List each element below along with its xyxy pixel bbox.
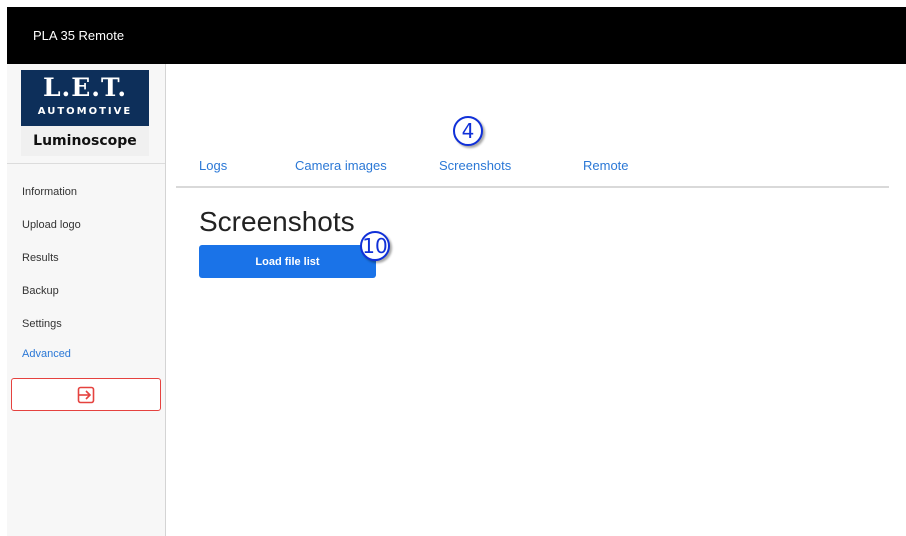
annotation-marker-4: 4 bbox=[453, 116, 483, 146]
logo-product: Luminoscope bbox=[21, 126, 149, 156]
load-file-list-button[interactable]: Load file list bbox=[199, 245, 376, 278]
logo-subtitle: AUTOMOTIVE bbox=[37, 106, 133, 117]
tab-remote[interactable]: Remote bbox=[583, 158, 629, 173]
logout-arrow-icon bbox=[77, 386, 95, 403]
company-logo: L.E.T. AUTOMOTIVE Luminoscope bbox=[21, 70, 149, 156]
annotation-marker-10: 10 bbox=[360, 231, 390, 261]
sidebar-item-results[interactable]: Results bbox=[22, 252, 59, 264]
sidebar-item-upload-logo[interactable]: Upload logo bbox=[22, 219, 81, 231]
sidebar: L.E.T. AUTOMOTIVE Luminoscope Informatio… bbox=[7, 64, 166, 536]
page-title: Screenshots bbox=[199, 206, 355, 237]
tab-logs[interactable]: Logs bbox=[199, 158, 227, 173]
logo-brand: L.E.T. bbox=[42, 73, 128, 102]
app-window: PLA 35 Remote L.E.T. AUTOMOTIVE Luminosc… bbox=[7, 7, 906, 536]
tab-screenshots[interactable]: Screenshots bbox=[439, 158, 511, 173]
sidebar-item-advanced[interactable]: Advanced bbox=[22, 348, 71, 360]
title-bar: PLA 35 Remote bbox=[7, 7, 906, 64]
divider bbox=[7, 163, 165, 164]
sidebar-item-settings[interactable]: Settings bbox=[22, 318, 62, 330]
tabs-divider bbox=[176, 186, 889, 188]
sidebar-item-backup[interactable]: Backup bbox=[22, 285, 59, 297]
app-title: PLA 35 Remote bbox=[33, 28, 125, 43]
sidebar-item-information[interactable]: Information bbox=[22, 186, 77, 198]
logout-button[interactable] bbox=[11, 378, 161, 411]
tab-camera-images[interactable]: Camera images bbox=[295, 158, 387, 173]
